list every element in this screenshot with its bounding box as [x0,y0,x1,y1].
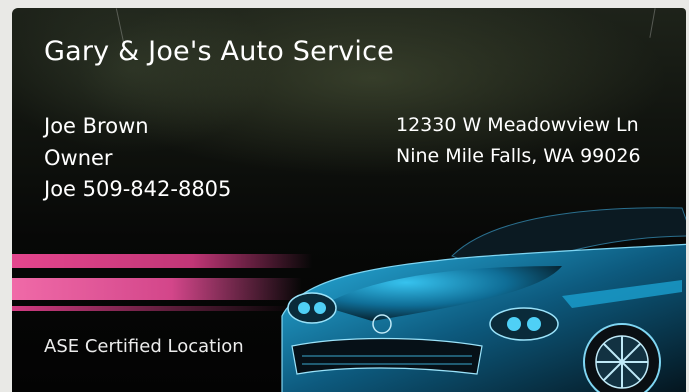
left-headlight [287,292,337,324]
pink-stripe-middle [12,278,302,300]
right-headlight [489,307,559,341]
business-card: Gary & Joe's Auto Service Joe Brown Owne… [12,8,686,392]
contact-name: Joe Brown [44,114,149,138]
address-line-2: Nine Mile Falls, WA 99026 [396,145,641,167]
front-wheel [583,323,661,392]
pink-stripe-bottom [12,306,292,311]
contact-title: Owner [44,146,113,170]
sports-car-illustration [281,207,686,392]
certification-label: ASE Certified Location [44,336,244,357]
address-line-1: 12330 W Meadowview Ln [396,114,639,136]
contact-phone: Joe 509-842-8805 [44,177,232,201]
business-name: Gary & Joe's Auto Service [44,36,394,67]
paper-crease [649,8,656,38]
